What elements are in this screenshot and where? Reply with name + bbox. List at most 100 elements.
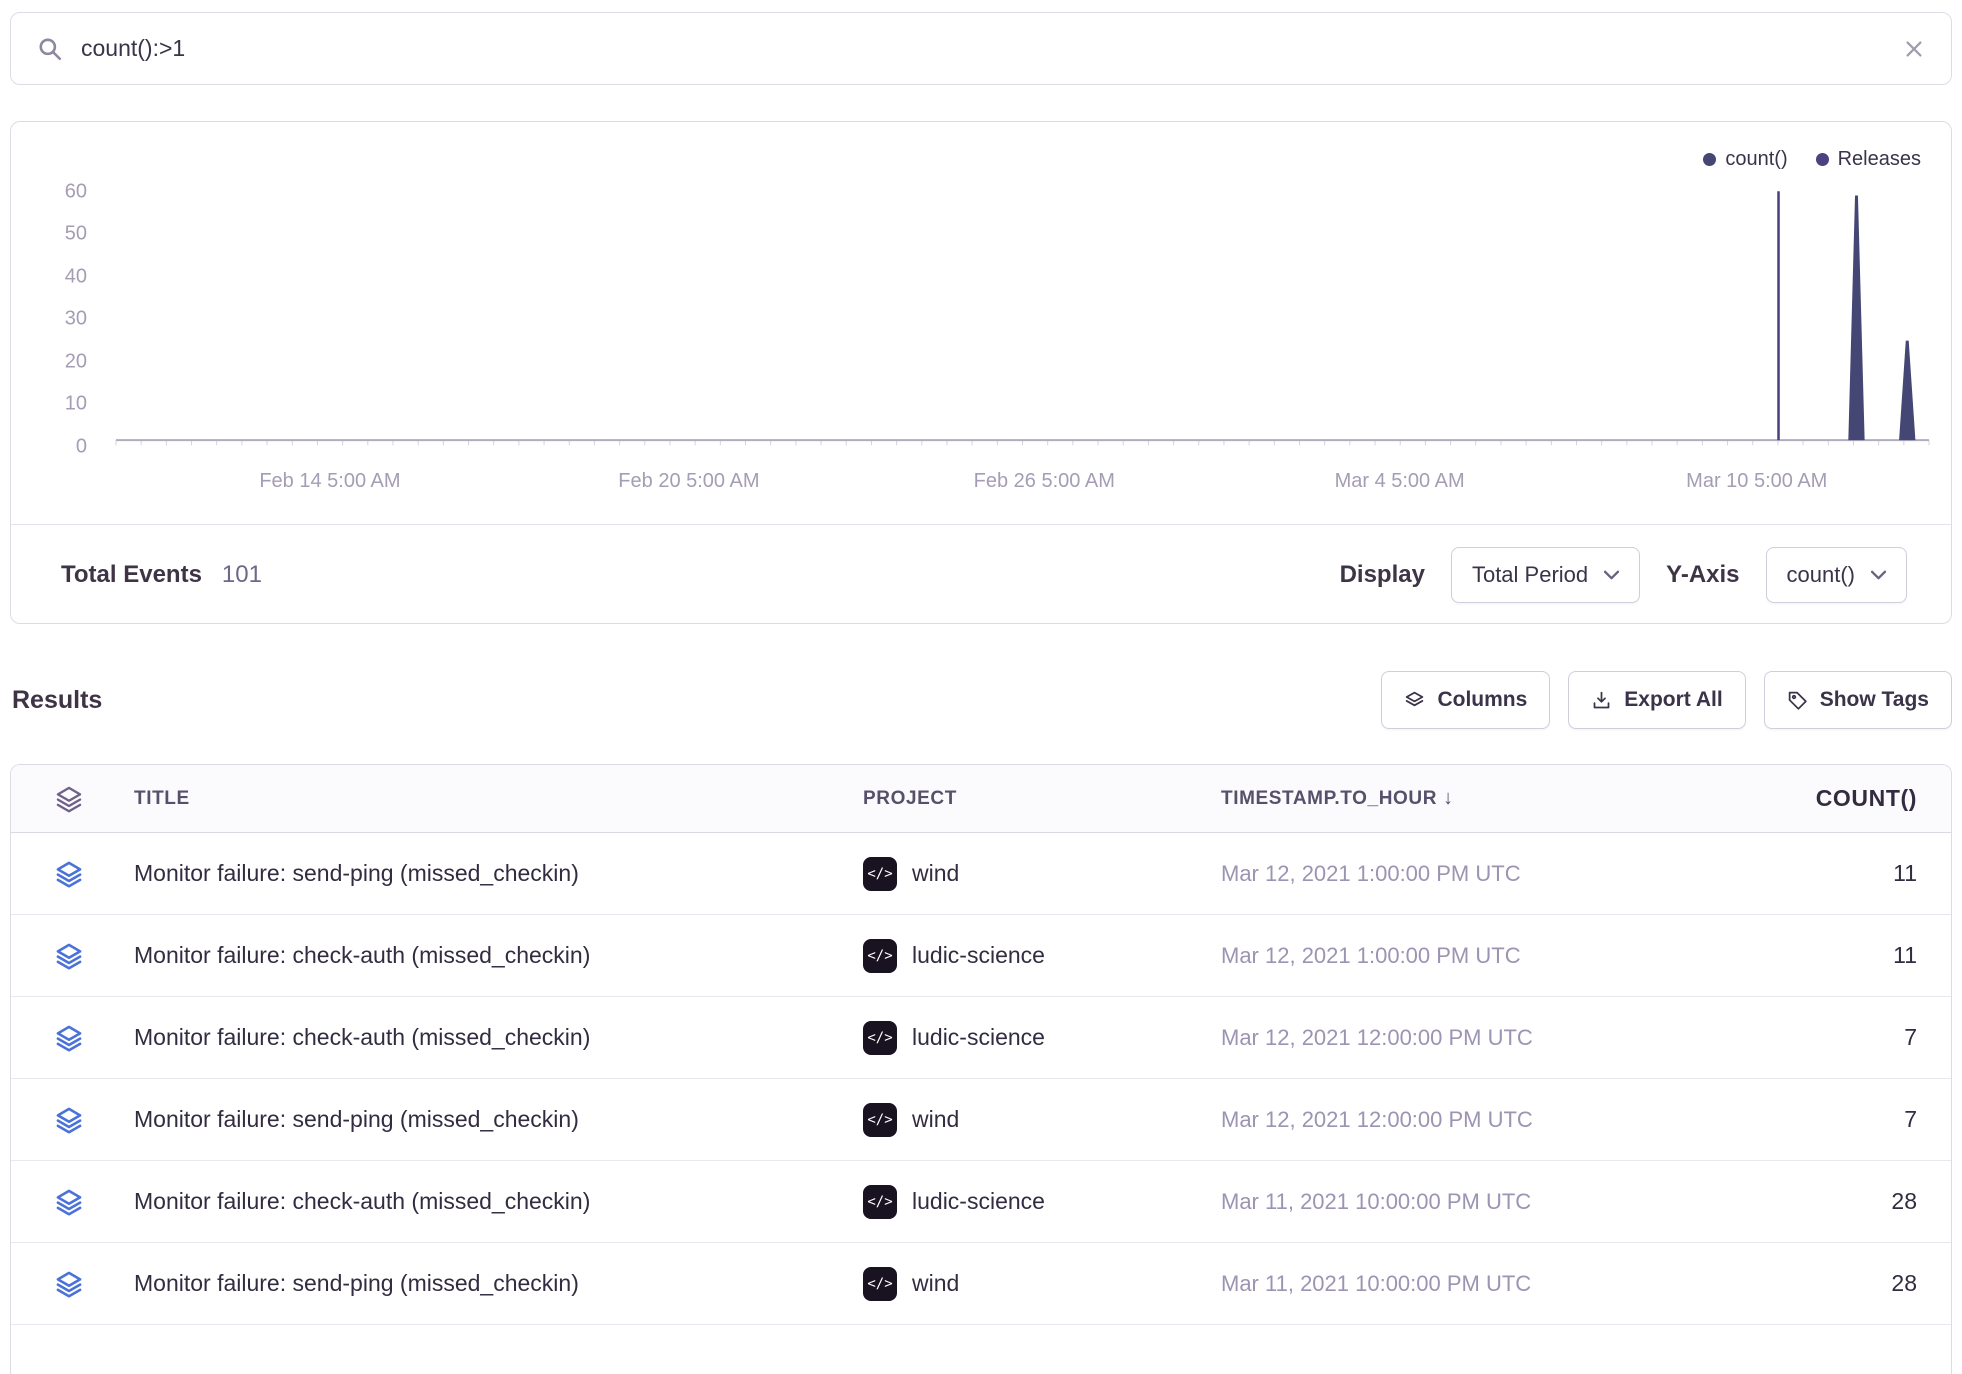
chevron-down-icon xyxy=(1871,570,1886,580)
table-row[interactable]: Monitor failure: send-ping (missed_check… xyxy=(11,833,1951,915)
project-name: ludic-science xyxy=(912,942,1045,969)
yaxis-dropdown[interactable]: count() xyxy=(1766,547,1907,603)
x-tick-label: Feb 26 5:00 AM xyxy=(974,470,1115,493)
event-title[interactable]: Monitor failure: send-ping (missed_check… xyxy=(134,1106,863,1133)
y-tick-label: 10 xyxy=(65,393,87,416)
event-count: 28 xyxy=(1741,1188,1951,1215)
row-stack-icon[interactable] xyxy=(11,1106,134,1134)
project-name: wind xyxy=(912,860,959,887)
event-timestamp: Mar 12, 2021 1:00:00 PM UTC xyxy=(1221,861,1741,887)
project-badge-icon: </> xyxy=(863,1021,897,1055)
column-header-project[interactable]: PROJECT xyxy=(863,788,1221,810)
columns-button[interactable]: Columns xyxy=(1381,671,1550,729)
total-events-value: 101 xyxy=(222,561,262,589)
chart-footer: Total Events 101 Display Total Period Y-… xyxy=(11,525,1951,624)
display-dropdown[interactable]: Total Period xyxy=(1451,547,1640,603)
table-row[interactable]: Monitor failure: check-auth (missed_chec… xyxy=(11,915,1951,997)
table-row[interactable]: Monitor failure: send-ping (missed_check… xyxy=(11,1079,1951,1161)
y-tick-label: 50 xyxy=(65,223,87,246)
legend-item-releases[interactable]: Releases xyxy=(1816,148,1921,171)
row-stack-icon[interactable] xyxy=(11,942,134,970)
show-tags-button[interactable]: Show Tags xyxy=(1764,671,1952,729)
legend-dot-releases xyxy=(1816,153,1829,166)
chart-legend: count() Releases xyxy=(1703,148,1921,171)
event-title[interactable]: Monitor failure: send-ping (missed_check… xyxy=(134,860,863,887)
display-dropdown-value: Total Period xyxy=(1472,562,1588,588)
event-count: 11 xyxy=(1741,942,1951,969)
results-heading: Results xyxy=(10,686,102,715)
event-timestamp: Mar 11, 2021 10:00:00 PM UTC xyxy=(1221,1271,1741,1297)
export-all-button-label: Export All xyxy=(1624,688,1722,712)
layers-icon xyxy=(1404,690,1425,711)
header-stack-icon xyxy=(11,785,134,813)
event-timestamp: Mar 12, 2021 12:00:00 PM UTC xyxy=(1221,1025,1741,1051)
event-title[interactable]: Monitor failure: check-auth (missed_chec… xyxy=(134,942,863,969)
y-tick-label: 30 xyxy=(65,308,87,331)
project-cell: </> wind xyxy=(863,1267,1221,1301)
x-tick-label: Mar 10 5:00 AM xyxy=(1686,470,1827,493)
chart-plot xyxy=(116,183,1929,447)
project-cell: </> ludic-science xyxy=(863,939,1221,973)
project-badge-icon: </> xyxy=(863,1185,897,1219)
chart-x-axis-labels: Feb 14 5:00 AM Feb 20 5:00 AM Feb 26 5:00 … xyxy=(116,470,1929,500)
display-label: Display xyxy=(1340,561,1425,589)
timestamp-header-label: TIMESTAMP.TO_HOUR xyxy=(1221,788,1437,809)
legend-label-releases: Releases xyxy=(1838,148,1921,171)
x-tick-label: Feb 20 5:00 AM xyxy=(618,470,759,493)
y-tick-label: 40 xyxy=(65,265,87,288)
x-tick-label: Feb 14 5:00 AM xyxy=(259,470,400,493)
row-stack-icon[interactable] xyxy=(11,1270,134,1298)
legend-dot-count xyxy=(1703,153,1716,166)
table-body: Monitor failure: send-ping (missed_check… xyxy=(11,833,1951,1325)
table-header-row: TITLE PROJECT TIMESTAMP.TO_HOUR ↓ COUNT() xyxy=(11,765,1951,833)
project-name: wind xyxy=(912,1106,959,1133)
events-chart-panel: count() Releases 0102030405060 Feb 14 5:… xyxy=(10,121,1952,624)
project-cell: </> wind xyxy=(863,1103,1221,1137)
legend-item-count[interactable]: count() xyxy=(1703,148,1787,171)
table-row[interactable]: Monitor failure: check-auth (missed_chec… xyxy=(11,1161,1951,1243)
project-cell: </> wind xyxy=(863,857,1221,891)
chart-y-axis-labels: 0102030405060 xyxy=(11,183,103,447)
project-badge-icon: </> xyxy=(863,939,897,973)
chevron-down-icon xyxy=(1604,570,1619,580)
clear-search-icon[interactable] xyxy=(1903,38,1925,60)
event-count: 28 xyxy=(1741,1270,1951,1297)
row-stack-icon[interactable] xyxy=(11,1024,134,1052)
project-badge-icon: </> xyxy=(863,1103,897,1137)
event-count: 7 xyxy=(1741,1024,1951,1051)
event-title[interactable]: Monitor failure: send-ping (missed_check… xyxy=(134,1270,863,1297)
project-name: ludic-science xyxy=(912,1024,1045,1051)
x-tick-label: Mar 4 5:00 AM xyxy=(1335,470,1465,493)
search-icon xyxy=(37,36,63,62)
total-events-label: Total Events xyxy=(61,561,202,589)
layers-icon xyxy=(55,785,83,813)
chart-area: count() Releases 0102030405060 Feb 14 5:… xyxy=(11,122,1951,525)
search-bar xyxy=(10,12,1952,85)
show-tags-button-label: Show Tags xyxy=(1820,688,1929,712)
search-input[interactable] xyxy=(81,35,1885,62)
table-bottom-cut xyxy=(11,1325,1951,1374)
columns-button-label: Columns xyxy=(1437,688,1527,712)
project-name: ludic-science xyxy=(912,1188,1045,1215)
event-timestamp: Mar 12, 2021 1:00:00 PM UTC xyxy=(1221,943,1741,969)
column-header-count[interactable]: COUNT() xyxy=(1741,785,1951,812)
row-stack-icon[interactable] xyxy=(11,860,134,888)
yaxis-dropdown-value: count() xyxy=(1787,562,1855,588)
event-title[interactable]: Monitor failure: check-auth (missed_chec… xyxy=(134,1188,863,1215)
results-table: TITLE PROJECT TIMESTAMP.TO_HOUR ↓ COUNT()… xyxy=(10,764,1952,1374)
column-header-title[interactable]: TITLE xyxy=(134,788,863,810)
event-count: 7 xyxy=(1741,1106,1951,1133)
table-row[interactable]: Monitor failure: check-auth (missed_chec… xyxy=(11,997,1951,1079)
legend-label-count: count() xyxy=(1725,148,1787,171)
export-all-button[interactable]: Export All xyxy=(1568,671,1745,729)
event-title[interactable]: Monitor failure: check-auth (missed_chec… xyxy=(134,1024,863,1051)
sort-desc-icon: ↓ xyxy=(1443,787,1454,809)
y-tick-label: 0 xyxy=(76,436,87,459)
project-badge-icon: </> xyxy=(863,1267,897,1301)
column-header-timestamp[interactable]: TIMESTAMP.TO_HOUR ↓ xyxy=(1221,787,1741,810)
table-row[interactable]: Monitor failure: send-ping (missed_check… xyxy=(11,1243,1951,1325)
project-name: wind xyxy=(912,1270,959,1297)
row-stack-icon[interactable] xyxy=(11,1188,134,1216)
project-cell: </> ludic-science xyxy=(863,1021,1221,1055)
yaxis-label: Y-Axis xyxy=(1666,561,1739,589)
